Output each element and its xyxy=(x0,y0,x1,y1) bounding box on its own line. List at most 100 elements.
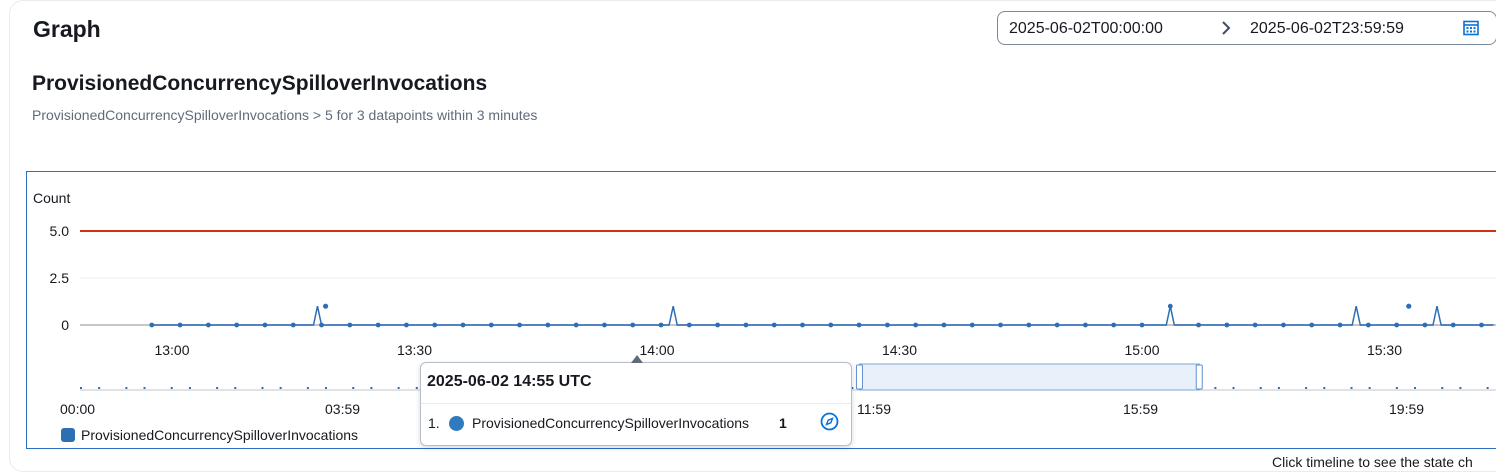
data-point xyxy=(460,322,466,328)
tooltip-series-name: ProvisionedConcurrencySpilloverInvocatio… xyxy=(472,415,750,431)
navigator-point xyxy=(1214,387,1217,389)
navigator-point xyxy=(1323,387,1326,389)
data-point xyxy=(1054,322,1060,328)
navigator-point xyxy=(125,387,128,389)
data-point xyxy=(1365,322,1371,328)
data-point xyxy=(347,322,353,328)
data-point xyxy=(884,322,890,328)
tooltip-divider xyxy=(421,403,851,404)
y-tick-label: 5.0 xyxy=(50,223,70,239)
navigator-point xyxy=(98,387,101,389)
navigator-point xyxy=(1368,387,1371,389)
data-point xyxy=(856,322,862,328)
navigator-tick-label: 11:59 xyxy=(857,401,891,417)
navigator-tick-label: 00:00 xyxy=(60,401,95,417)
legend-label[interactable]: ProvisionedConcurrencySpilloverInvocatio… xyxy=(81,427,358,443)
navigator-selection xyxy=(858,363,1200,391)
y-tick-label: 2.5 xyxy=(50,270,70,286)
data-point xyxy=(1406,303,1412,309)
data-point xyxy=(658,322,664,328)
x-tick-label: 13:00 xyxy=(154,342,189,358)
x-tick-label: 15:00 xyxy=(1124,342,1159,358)
data-point xyxy=(1394,322,1400,328)
data-point xyxy=(828,322,834,328)
navigator-point xyxy=(1395,387,1398,389)
data-tooltip: 2025-06-02 14:55 UTC 1. ProvisionedConcu… xyxy=(420,355,852,446)
data-point xyxy=(573,322,579,328)
tooltip-index: 1. xyxy=(428,415,440,431)
data-point xyxy=(1111,322,1117,328)
navigator-point xyxy=(415,387,418,389)
navigator-point xyxy=(1459,387,1462,389)
data-point xyxy=(1422,322,1428,328)
navigator-point xyxy=(1350,387,1353,389)
data-point xyxy=(1337,322,1343,328)
data-point xyxy=(1252,322,1258,328)
data-point xyxy=(1026,322,1032,328)
data-point xyxy=(1083,322,1088,328)
data-point xyxy=(1281,322,1286,328)
data-point xyxy=(630,322,636,328)
navigator-handle-right xyxy=(1195,364,1203,390)
data-point xyxy=(1309,322,1315,328)
navigator-point xyxy=(188,387,191,389)
data-point xyxy=(517,322,522,328)
data-point xyxy=(941,322,947,328)
data-point xyxy=(375,322,381,328)
navigator-handle-left xyxy=(855,364,863,390)
data-point xyxy=(998,322,1003,328)
data-point xyxy=(913,322,919,328)
navigator-point xyxy=(306,387,309,389)
x-tick-label: 15:30 xyxy=(1367,342,1402,358)
navigator-point xyxy=(261,387,264,389)
data-point xyxy=(715,322,721,328)
legend-swatch[interactable] xyxy=(61,428,75,442)
navigator-point xyxy=(216,387,219,389)
data-point xyxy=(1479,322,1484,328)
data-point xyxy=(177,322,183,328)
navigator-point xyxy=(1486,387,1489,389)
data-point xyxy=(1167,303,1173,309)
navigator-point xyxy=(1414,387,1417,389)
navigator-point xyxy=(170,387,173,389)
navigator-point xyxy=(1259,387,1262,389)
data-point xyxy=(969,322,975,328)
data-point xyxy=(322,303,329,309)
navigator-point xyxy=(1232,387,1235,389)
navigator-tick-label: 03:59 xyxy=(325,401,360,417)
navigator-point xyxy=(352,387,355,389)
navigator-point xyxy=(397,387,400,389)
navigator-point xyxy=(325,387,328,389)
y-tick-label: 0 xyxy=(61,317,69,333)
navigator-point xyxy=(1277,387,1280,389)
compass-icon[interactable] xyxy=(820,412,839,431)
data-point xyxy=(404,322,409,328)
data-point xyxy=(262,322,268,328)
data-point xyxy=(432,322,438,328)
x-tick-label: 14:30 xyxy=(882,342,917,358)
navigator-point xyxy=(1305,387,1308,389)
data-point xyxy=(205,322,211,328)
navigator-point xyxy=(80,387,82,389)
data-point xyxy=(1450,322,1456,328)
tooltip-title: 2025-06-02 14:55 UTC xyxy=(427,373,592,390)
navigator-point xyxy=(279,387,282,389)
navigator-point xyxy=(234,387,237,389)
data-point xyxy=(149,322,155,328)
timeline-hint: Click timeline to see the state ch xyxy=(1272,454,1473,470)
x-tick-label: 14:00 xyxy=(639,342,674,358)
data-point xyxy=(686,322,692,328)
data-point xyxy=(488,322,494,328)
navigator-point xyxy=(1441,387,1444,389)
data-point xyxy=(1139,322,1145,328)
tooltip-pointer xyxy=(631,355,643,363)
tooltip-value: 1 xyxy=(779,415,787,431)
navigator-tick-label: 19:59 xyxy=(1389,401,1424,417)
data-point xyxy=(602,322,607,328)
data-point xyxy=(743,322,749,328)
data-point xyxy=(290,322,296,328)
x-tick-label: 13:30 xyxy=(397,342,432,358)
data-point xyxy=(319,322,324,328)
data-point xyxy=(234,322,240,328)
navigator-point xyxy=(370,387,373,389)
